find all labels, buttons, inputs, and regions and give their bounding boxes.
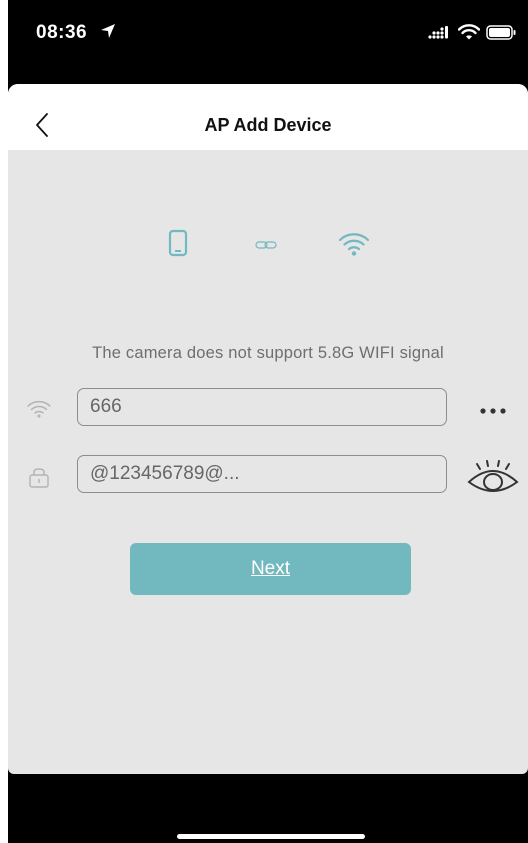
wifi-icon: [457, 24, 481, 45]
add-device-sheet: AP Add Device The camera does not suppor…: [8, 84, 528, 774]
phone-icon: [168, 229, 188, 264]
password-field[interactable]: @123456789@...: [77, 455, 447, 493]
status-time: 08:36: [36, 22, 88, 43]
page-title: AP Add Device: [204, 115, 332, 135]
link-icon: [255, 238, 277, 256]
phone-screen: 08:36 AP Add Device The camera does not …: [8, 0, 528, 843]
more-dots-icon[interactable]: [476, 404, 510, 418]
wifi-icon: [26, 399, 52, 424]
battery-icon: [486, 24, 516, 45]
nav-bar: AP Add Device: [8, 84, 528, 150]
wifi-name-field[interactable]: 666: [77, 388, 447, 426]
cellular-signal-icon: [428, 25, 452, 44]
eye-icon[interactable]: [465, 460, 521, 496]
wifi-notice: The camera does not support 5.8G WIFI si…: [92, 344, 444, 362]
wifi-icon: [338, 231, 370, 262]
step-indicator: [8, 229, 528, 259]
next-button[interactable]: Next: [130, 543, 411, 595]
status-bar: 08:36: [8, 0, 528, 84]
status-icons: [428, 24, 516, 45]
home-indicator: [177, 834, 365, 839]
lock-icon: [28, 468, 50, 493]
location-arrow-icon: [100, 23, 116, 44]
